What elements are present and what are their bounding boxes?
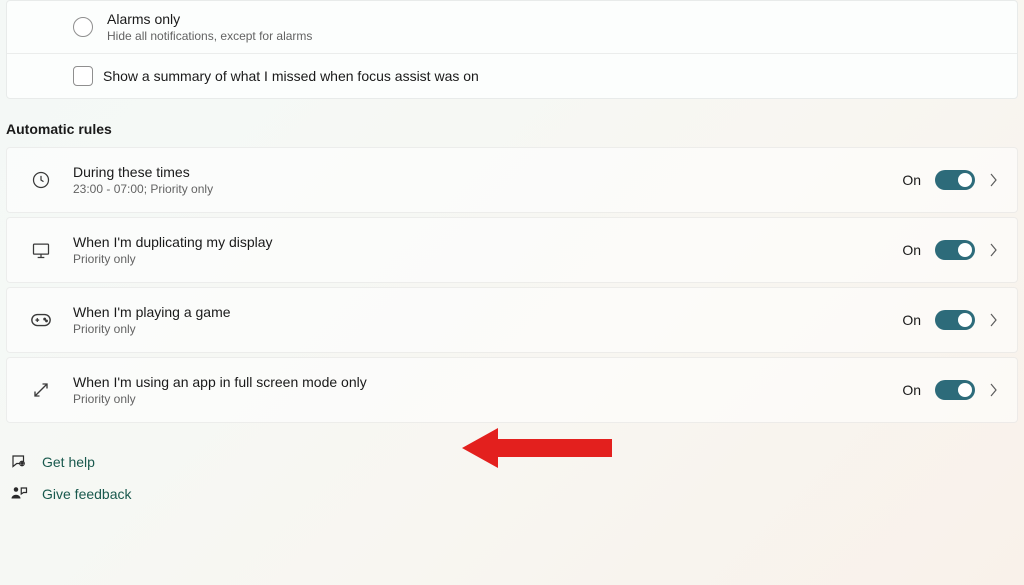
- feedback-icon: [10, 485, 28, 503]
- toggle-during-times[interactable]: [935, 170, 975, 190]
- checkbox-show-summary[interactable]: [73, 66, 93, 86]
- rule-playing-game[interactable]: When I'm playing a game Priority only On: [6, 287, 1018, 353]
- radio-alarms-only[interactable]: [73, 17, 93, 37]
- option-show-summary[interactable]: Show a summary of what I missed when foc…: [7, 53, 1017, 98]
- rule-subtitle: Priority only: [73, 252, 902, 266]
- monitor-icon: [27, 240, 55, 260]
- give-feedback-label: Give feedback: [42, 486, 132, 502]
- rule-duplicating-display[interactable]: When I'm duplicating my display Priority…: [6, 217, 1018, 283]
- rule-title: When I'm playing a game: [73, 304, 902, 320]
- chevron-right-icon[interactable]: [989, 313, 999, 327]
- get-help-label: Get help: [42, 454, 95, 470]
- rule-fullscreen-app[interactable]: When I'm using an app in full screen mod…: [6, 357, 1018, 423]
- toggle-playing-game[interactable]: [935, 310, 975, 330]
- option-label: Show a summary of what I missed when foc…: [65, 68, 479, 84]
- automatic-rules-heading: Automatic rules: [0, 99, 1024, 147]
- rule-during-times[interactable]: During these times 23:00 - 07:00; Priori…: [6, 147, 1018, 213]
- svg-text:?: ?: [21, 462, 23, 466]
- rule-title: When I'm using an app in full screen mod…: [73, 374, 902, 390]
- option-subtitle: Hide all notifications, except for alarm…: [107, 29, 312, 43]
- chevron-right-icon[interactable]: [989, 243, 999, 257]
- rule-state-label: On: [902, 382, 921, 398]
- footer-links: ? Get help Give feedback: [0, 427, 1024, 513]
- toggle-duplicating-display[interactable]: [935, 240, 975, 260]
- rule-title: During these times: [73, 164, 902, 180]
- toggle-fullscreen-app[interactable]: [935, 380, 975, 400]
- get-help-link[interactable]: ? Get help: [10, 449, 1020, 481]
- gamepad-icon: [27, 312, 55, 328]
- give-feedback-link[interactable]: Give feedback: [10, 481, 1020, 513]
- rule-subtitle: Priority only: [73, 392, 902, 406]
- option-title: Alarms only: [107, 11, 312, 27]
- rule-state-label: On: [902, 172, 921, 188]
- option-alarms-only[interactable]: Alarms only Hide all notifications, exce…: [7, 1, 1017, 53]
- help-icon: ?: [10, 453, 28, 471]
- fullscreen-icon: [27, 381, 55, 399]
- rule-subtitle: Priority only: [73, 322, 902, 336]
- clock-icon: [27, 170, 55, 190]
- chevron-right-icon[interactable]: [989, 383, 999, 397]
- rule-title: When I'm duplicating my display: [73, 234, 902, 250]
- rule-state-label: On: [902, 312, 921, 328]
- focus-assist-options-panel: Alarms only Hide all notifications, exce…: [6, 0, 1018, 99]
- chevron-right-icon[interactable]: [989, 173, 999, 187]
- rule-state-label: On: [902, 242, 921, 258]
- rule-subtitle: 23:00 - 07:00; Priority only: [73, 182, 902, 196]
